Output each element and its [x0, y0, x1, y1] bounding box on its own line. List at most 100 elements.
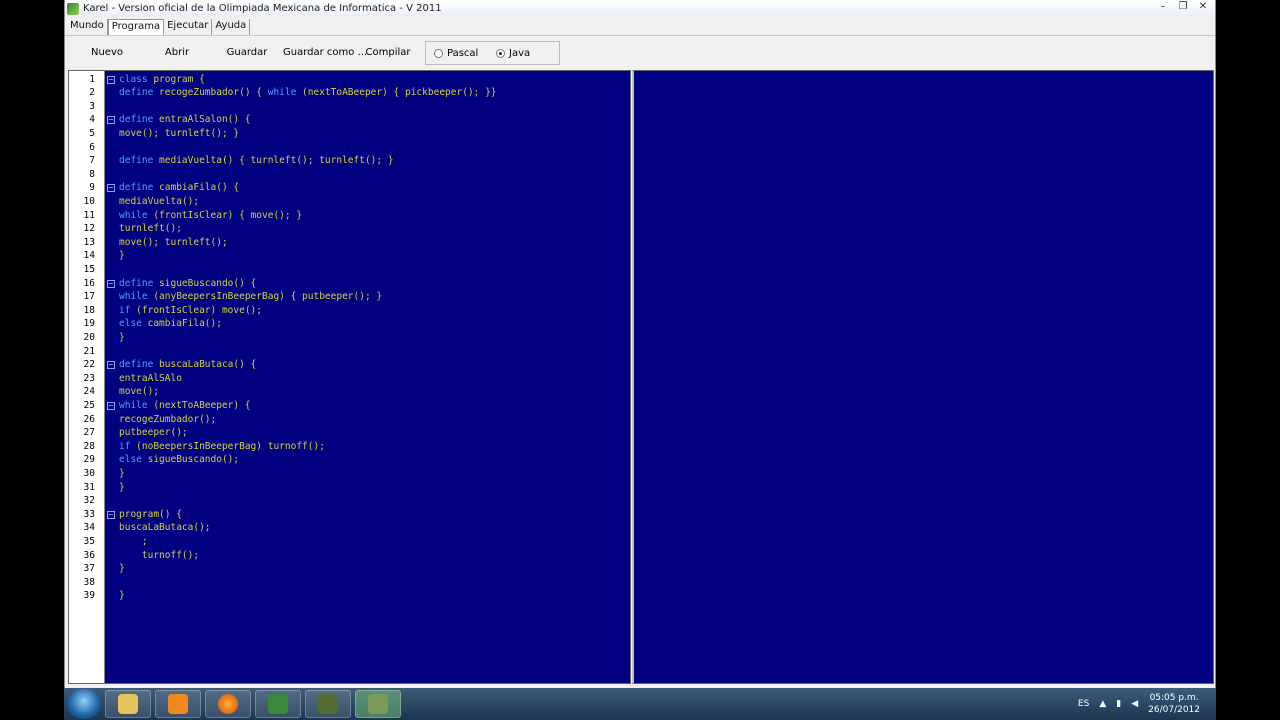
code-text: define sigueBuscando() { [119, 277, 257, 289]
code-text: } [119, 331, 125, 343]
code-line[interactable]: 20} [69, 331, 629, 345]
fold-toggle-icon[interactable]: − [107, 116, 115, 125]
language-indicator[interactable]: ES [1078, 699, 1089, 709]
code-line[interactable]: 32 [69, 494, 629, 508]
code-line[interactable]: 15 [69, 263, 629, 277]
tray-arrow-icon[interactable]: ▲ [1099, 699, 1106, 709]
fold-toggle-icon[interactable]: − [107, 75, 115, 84]
code-line[interactable]: 5 move(); turnleft(); } [69, 127, 629, 141]
code-text: define recogeZumbador() { while (nextToA… [119, 87, 497, 99]
fold-toggle-icon[interactable]: − [107, 361, 115, 370]
code-line[interactable]: 37} [69, 562, 629, 576]
code-line[interactable]: 27 putbeeper(); [69, 426, 629, 440]
line-number: 27 [83, 427, 95, 439]
line-number: 14 [83, 250, 95, 262]
tab-mundo[interactable]: Mundo [67, 19, 108, 35]
code-line[interactable]: 35 ; [69, 535, 629, 549]
tab-ejecutar[interactable]: Ejecutar [164, 19, 213, 35]
taskbar-karel-3[interactable] [355, 690, 401, 718]
code-line[interactable]: 10 mediaVuelta(); [69, 195, 629, 209]
minimize-icon[interactable]: – [1155, 1, 1171, 14]
line-number: 10 [83, 195, 95, 207]
code-text: turnoff(); [119, 549, 200, 561]
line-number: 30 [83, 467, 95, 479]
taskbar-karel-2[interactable] [305, 690, 351, 718]
code-text: define mediaVuelta() { turnleft(); turnl… [119, 155, 394, 167]
abrir-button[interactable]: Abrir [155, 42, 199, 64]
code-line[interactable]: 14} [69, 249, 629, 263]
code-line[interactable]: 1 − class program { [69, 73, 629, 87]
tab-programa[interactable]: Programa [107, 19, 165, 35]
title-bar[interactable]: Karel - Version oficial de la Olimpiada … [65, 0, 1215, 17]
code-text: buscaLaButaca(); [119, 522, 211, 534]
maximize-icon[interactable]: ❐ [1175, 1, 1191, 14]
code-line[interactable]: 7 define mediaVuelta() { turnleft(); turn… [69, 154, 629, 168]
code-line[interactable]: 12 turnleft(); [69, 222, 629, 236]
code-line[interactable]: 25 − while (nextToABeeper) { [69, 399, 629, 413]
code-line[interactable]: 24 move(); [69, 385, 629, 399]
line-number: 19 [83, 318, 95, 330]
java-label: Java [509, 48, 531, 59]
code-line[interactable]: 13 move(); turnleft(); [69, 236, 629, 250]
java-radio[interactable]: Java [496, 48, 530, 59]
taskbar-media-player[interactable] [155, 690, 201, 718]
code-editor[interactable]: 1− class program {2 define recogeZumbador(… [68, 70, 631, 684]
code-line[interactable]: 31} [69, 481, 629, 495]
code-line[interactable]: 3 [69, 100, 629, 114]
fold-toggle-icon[interactable]: − [107, 279, 115, 288]
code-line[interactable]: 6 [69, 141, 629, 155]
code-line[interactable]: 22 − define buscaLaButaca() { [69, 358, 629, 372]
line-number: 28 [83, 440, 95, 452]
code-line[interactable]: 28 if (noBeepersInBeeperBag) turnoff(); [69, 440, 629, 454]
taskbar-explorer[interactable] [105, 690, 151, 718]
code-text: if (frontIsClear) move(); [119, 304, 263, 316]
taskbar-karel-1[interactable] [255, 690, 301, 718]
code-line[interactable]: 18 if (frontIsClear) move(); [69, 304, 629, 318]
fold-toggle-icon[interactable]: − [107, 184, 115, 193]
nuevo-button[interactable]: Nuevo [85, 42, 129, 64]
guardar-como-button[interactable]: Guardar como ... [283, 42, 367, 64]
line-number: 7 [89, 155, 95, 167]
line-number: 24 [83, 386, 95, 398]
volume-icon[interactable]: ◀ [1131, 699, 1138, 709]
code-line[interactable]: 8 [69, 168, 629, 182]
code-line[interactable]: 17 while (anyBeepersInBeeperBag) { putbee… [69, 290, 629, 304]
code-line[interactable]: 34 buscaLaButaca(); [69, 521, 629, 535]
start-button[interactable] [67, 689, 101, 719]
code-line[interactable]: 21 [69, 345, 629, 359]
code-line[interactable]: 36 turnoff(); [69, 549, 629, 563]
clock[interactable]: 05:05 p.m. 26/07/2012 [1148, 692, 1200, 716]
fold-toggle-icon[interactable]: − [107, 401, 115, 410]
code-line[interactable]: 33 − program() { [69, 508, 629, 522]
pascal-radio[interactable]: Pascal [434, 48, 478, 59]
code-line[interactable]: 38 [69, 576, 629, 590]
code-text: while (nextToABeeper) { [119, 399, 251, 411]
compilar-button[interactable]: Compilar [363, 42, 413, 64]
close-icon[interactable]: ✕ [1195, 1, 1211, 14]
code-line[interactable]: 30} [69, 467, 629, 481]
java-radio-dot [496, 49, 505, 58]
code-line[interactable]: 4 − define entraAlSalon() { [69, 113, 629, 127]
code-line[interactable]: 11 while (frontIsClear) { move(); } [69, 209, 629, 223]
code-line[interactable]: 29 else sigueBuscando(); [69, 453, 629, 467]
line-number: 21 [83, 345, 95, 357]
tab-ayuda[interactable]: Ayuda [212, 19, 251, 35]
code-line[interactable]: 39} [69, 589, 629, 603]
code-line[interactable]: 9 − define cambiaFila() { [69, 181, 629, 195]
code-line[interactable]: 2 define recogeZumbador() { while (nextTo… [69, 86, 629, 100]
code-line[interactable]: 23 entraAlSAlo [69, 372, 629, 386]
fold-toggle-icon[interactable]: − [107, 510, 115, 519]
taskbar-firefox[interactable] [205, 690, 251, 718]
world-view-panel[interactable] [632, 70, 1214, 684]
line-number: 4 [89, 114, 95, 126]
network-icon[interactable]: ▮ [1116, 699, 1121, 709]
line-number: 13 [83, 236, 95, 248]
code-line[interactable]: 16 − define sigueBuscando() { [69, 277, 629, 291]
code-line[interactable]: 26 recogeZumbador(); [69, 413, 629, 427]
karel-icon [268, 694, 288, 714]
karel-editor-icon [368, 694, 388, 714]
guardar-button[interactable]: Guardar [223, 42, 271, 64]
media-player-icon [168, 694, 188, 714]
code-line[interactable]: 19 else cambiaFila(); [69, 317, 629, 331]
code-text: move(); turnleft(); } [119, 127, 240, 139]
